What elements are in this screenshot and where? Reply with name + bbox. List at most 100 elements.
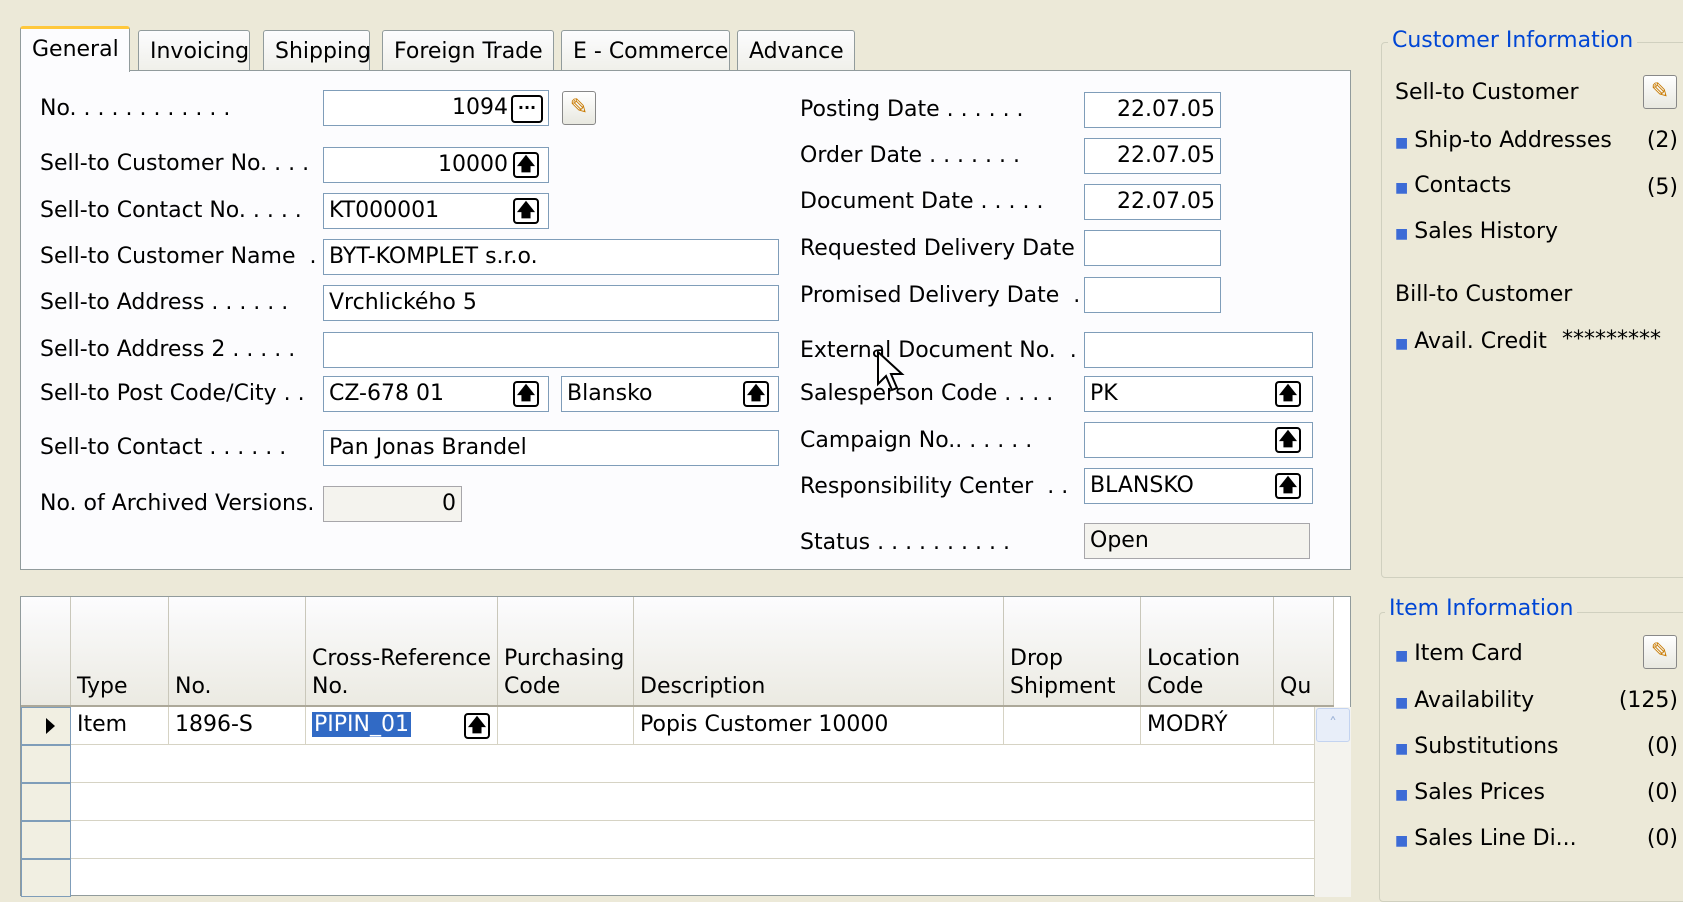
- sell-to-customer-no-label: Sell-to Customer No. . . .: [40, 151, 310, 176]
- sales-prices-count: (0): [1646, 780, 1678, 805]
- tab-invoicing[interactable]: Invoicing: [138, 30, 250, 70]
- column-header-cross-reference-no[interactable]: Cross-Reference No.: [306, 597, 498, 705]
- sales-line-discounts-count: (0): [1646, 826, 1678, 851]
- empty-row[interactable]: [71, 745, 1334, 783]
- contacts-count: (5): [1646, 175, 1678, 200]
- mouse-cursor-icon: [877, 350, 905, 392]
- sell-to-contact-label: Sell-to Contact . . . . . .: [40, 435, 287, 460]
- sales-history-link[interactable]: ■ Sales History: [1395, 219, 1558, 244]
- sales-prices-label: Sales Prices: [1414, 780, 1545, 805]
- sell-to-customer-label: Sell-to Customer: [1395, 80, 1579, 105]
- sell-to-customer-name-label: Sell-to Customer Name .: [40, 244, 317, 269]
- post-code-lookup-icon[interactable]: 🡅: [513, 381, 539, 407]
- row-selector[interactable]: [21, 859, 71, 897]
- ship-to-addresses-count: (2): [1646, 128, 1678, 153]
- tab-general[interactable]: General: [20, 26, 130, 72]
- external-document-no-field[interactable]: [1084, 332, 1313, 368]
- ship-to-addresses-label: Ship-to Addresses: [1414, 128, 1612, 153]
- substitutions-count: (0): [1646, 734, 1678, 759]
- row-selector[interactable]: [21, 821, 71, 859]
- table-cell-description[interactable]: Popis Customer 10000: [634, 707, 1004, 745]
- sell-to-address-2-field[interactable]: [323, 332, 779, 368]
- avail-credit-label: Avail. Credit: [1414, 329, 1547, 354]
- posting-date-label: Posting Date . . . . . .: [800, 97, 1024, 122]
- sales-prices-link[interactable]: ■ Sales Prices: [1395, 780, 1545, 805]
- sales-history-label: Sales History: [1414, 219, 1559, 244]
- posting-date-field[interactable]: 22.07.05: [1084, 92, 1221, 128]
- row-selector[interactable]: [21, 783, 71, 821]
- promised-delivery-date-field[interactable]: [1084, 277, 1221, 313]
- requested-delivery-date-field[interactable]: [1084, 230, 1221, 266]
- row-selector[interactable]: [21, 745, 71, 783]
- assist-edit-icon[interactable]: ...: [511, 95, 543, 123]
- status-label: Status . . . . . . . . . .: [800, 530, 1010, 555]
- sell-to-customer-name-field[interactable]: BYT-KOMPLET s.r.o.: [323, 239, 779, 275]
- sell-to-contact-field[interactable]: Pan Jonas Brandel: [323, 430, 779, 466]
- contacts-link[interactable]: ■ Contacts: [1395, 173, 1511, 198]
- no-label: No. . . . . . . . . . . .: [40, 96, 231, 121]
- customer-edit-pencil-icon[interactable]: ✎: [1643, 75, 1677, 109]
- item-card-link[interactable]: ■ Item Card: [1395, 641, 1523, 666]
- sales-line-discounts-label: Sales Line Di...: [1414, 826, 1577, 851]
- empty-row[interactable]: [71, 821, 1334, 859]
- table-cell-purchasing-code[interactable]: [498, 707, 634, 745]
- responsibility-lookup-icon[interactable]: 🡅: [1275, 473, 1301, 499]
- item-card-label: Item Card: [1414, 641, 1523, 666]
- order-date-field[interactable]: 22.07.05: [1084, 138, 1221, 174]
- sales-line-discounts-link[interactable]: ■ Sales Line Di...: [1395, 826, 1577, 851]
- scroll-up-button[interactable]: ˄: [1316, 708, 1350, 742]
- ship-to-addresses-link[interactable]: ■ Ship-to Addresses: [1395, 128, 1612, 153]
- table-cell-type[interactable]: Item: [71, 707, 169, 745]
- external-document-no-label: External Document No. .: [800, 338, 1077, 363]
- archived-versions-field: 0: [323, 486, 462, 522]
- bullet-icon: ■: [1395, 695, 1409, 711]
- edit-pencil-icon[interactable]: ✎: [562, 91, 596, 125]
- sell-to-customer-lookup-icon[interactable]: 🡅: [513, 152, 539, 178]
- empty-row[interactable]: [71, 783, 1334, 821]
- document-date-field[interactable]: 22.07.05: [1084, 184, 1221, 220]
- column-header-no[interactable]: No.: [169, 597, 306, 705]
- tab-advance[interactable]: Advance: [737, 30, 855, 70]
- campaign-no-label: Campaign No.. . . . . .: [800, 428, 1033, 453]
- bill-to-customer-label: Bill-to Customer: [1395, 282, 1573, 307]
- current-row-arrow-icon: [46, 718, 55, 734]
- sell-to-contact-no-label: Sell-to Contact No. . . . .: [40, 198, 302, 223]
- row-header-column: [21, 597, 71, 705]
- selected-cross-reference-text[interactable]: PIPIN_01: [312, 712, 411, 737]
- item-edit-pencil-icon[interactable]: ✎: [1643, 635, 1677, 669]
- table-cell-location-code[interactable]: MODRÝ: [1141, 707, 1274, 745]
- vertical-scrollbar[interactable]: ˄: [1314, 707, 1351, 897]
- cross-reference-lookup-icon[interactable]: 🡅: [464, 713, 490, 739]
- column-header-location-code[interactable]: Location Code: [1141, 597, 1274, 705]
- table-cell-drop-shipment[interactable]: [1004, 707, 1141, 745]
- order-date-label: Order Date . . . . . . .: [800, 143, 1020, 168]
- substitutions-link[interactable]: ■ Substitutions: [1395, 734, 1558, 759]
- tab-foreign-trade[interactable]: Foreign Trade: [382, 30, 554, 70]
- availability-count: (125): [1618, 688, 1678, 713]
- column-header-drop-shipment[interactable]: Drop Shipment: [1004, 597, 1141, 705]
- table-cell-no[interactable]: 1896-S: [169, 707, 306, 745]
- bullet-icon: ■: [1395, 336, 1409, 352]
- promised-delivery-date-label: Promised Delivery Date .: [800, 283, 1081, 308]
- tab-shipping[interactable]: Shipping: [263, 30, 371, 70]
- salesperson-lookup-icon[interactable]: 🡅: [1275, 381, 1301, 407]
- status-field: Open: [1084, 523, 1310, 559]
- column-header-quantity[interactable]: Qu: [1274, 597, 1334, 705]
- column-header-purchasing-code[interactable]: Purchasing Code: [498, 597, 634, 705]
- city-lookup-icon[interactable]: 🡅: [743, 381, 769, 407]
- document-date-label: Document Date . . . . .: [800, 189, 1044, 214]
- bullet-icon: ■: [1395, 833, 1409, 849]
- column-header-description[interactable]: Description: [634, 597, 1004, 705]
- bullet-icon: ■: [1395, 226, 1409, 242]
- avail-credit-link[interactable]: ■ Avail. Credit: [1395, 329, 1547, 354]
- item-information-title: Item Information: [1385, 596, 1578, 621]
- column-header-type[interactable]: Type: [71, 597, 169, 705]
- row-selector[interactable]: [21, 707, 71, 745]
- availability-link[interactable]: ■ Availability: [1395, 688, 1534, 713]
- avail-credit-value: *********: [1562, 327, 1661, 352]
- sales-lines-grid: Type No. Cross-Reference No. Purchasing …: [20, 596, 1351, 897]
- campaign-lookup-icon[interactable]: 🡅: [1275, 427, 1301, 453]
- sell-to-address-field[interactable]: Vrchlického 5: [323, 285, 779, 321]
- sell-to-contact-lookup-icon[interactable]: 🡅: [513, 198, 539, 224]
- tab-e-commerce[interactable]: E - Commerce: [561, 30, 730, 70]
